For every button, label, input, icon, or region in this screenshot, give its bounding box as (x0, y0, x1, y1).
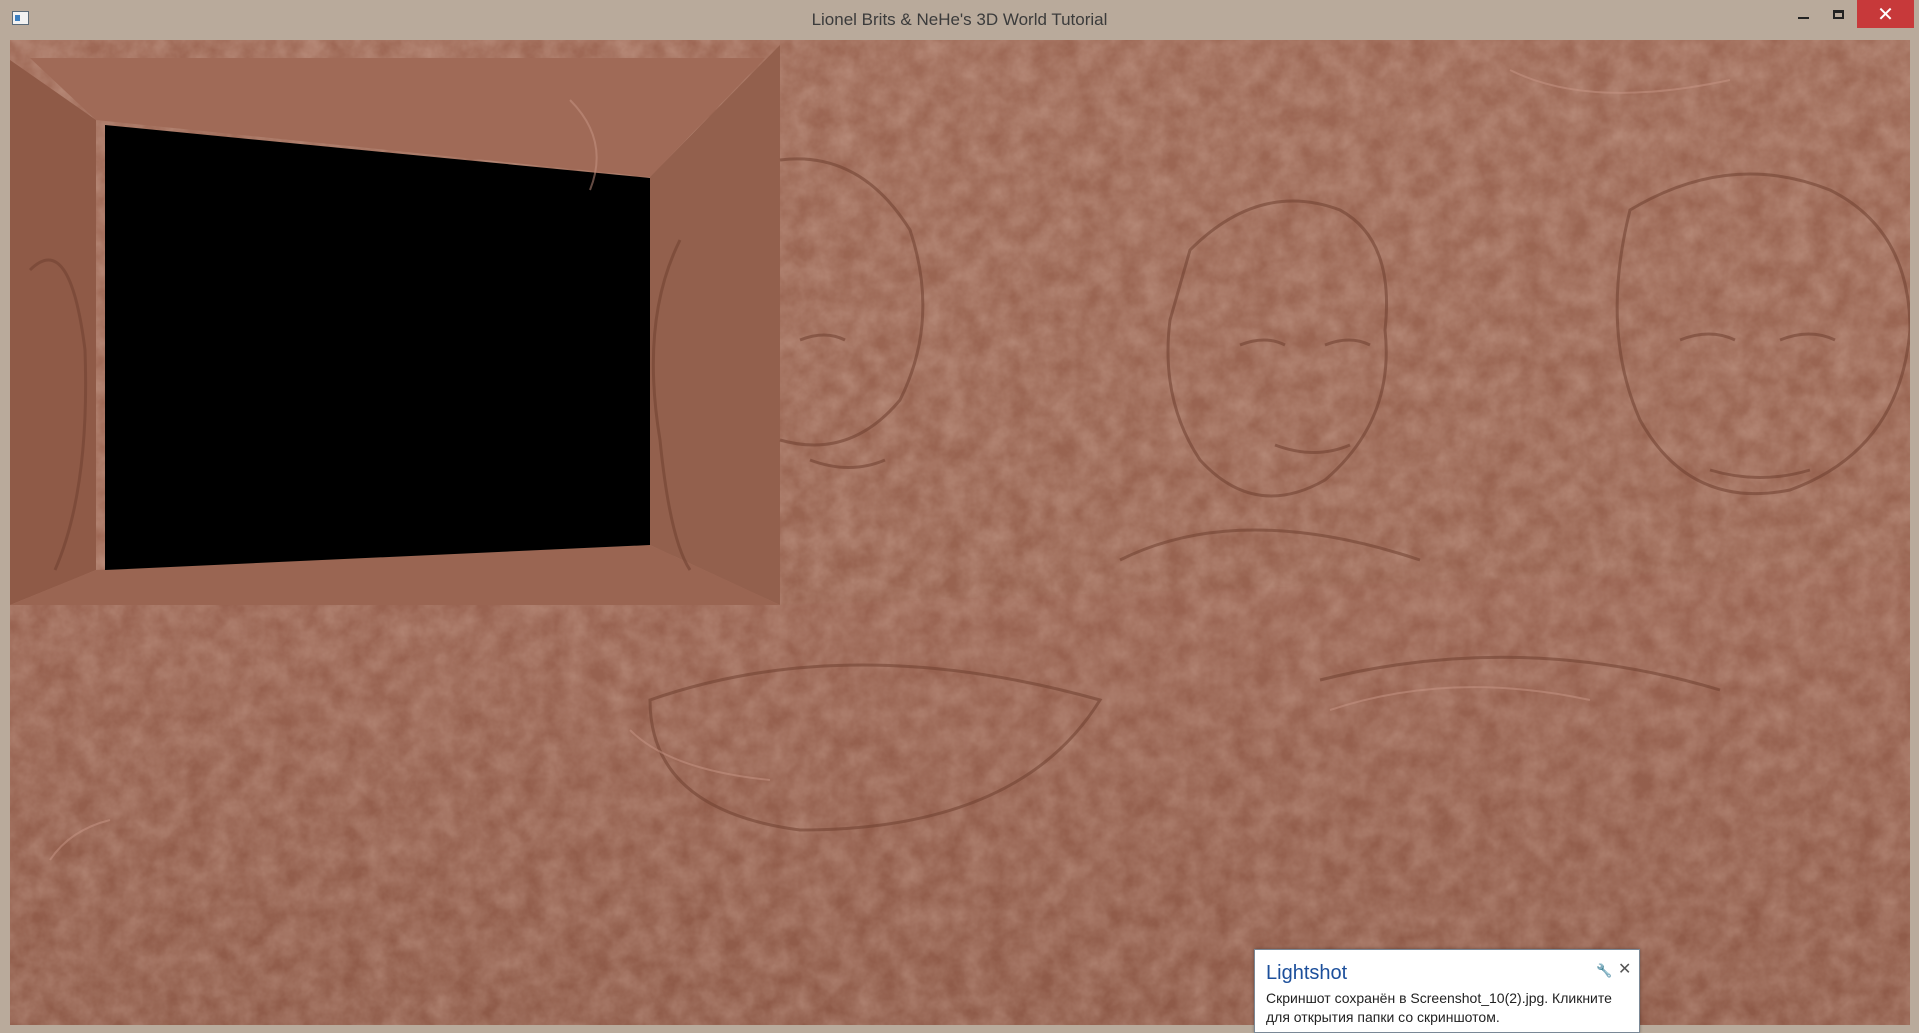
3d-scene (10, 40, 1910, 1025)
lightshot-notification[interactable]: Lightshot 🔧 ✕ Скриншот сохранён в Screen… (1254, 949, 1640, 1033)
opengl-viewport[interactable] (10, 40, 1910, 1025)
maximize-icon (1832, 9, 1844, 19)
window-title: Lionel Brits & NeHe's 3D World Tutorial (811, 10, 1108, 29)
wrench-icon[interactable]: 🔧 (1596, 963, 1612, 979)
minimize-icon (1797, 17, 1809, 19)
maximize-button[interactable] (1822, 0, 1854, 28)
dark-opening (105, 125, 650, 570)
app-window: Lionel Brits & NeHe's 3D World Tutorial … (0, 0, 1919, 1033)
title-bar[interactable]: Lionel Brits & NeHe's 3D World Tutorial … (0, 0, 1919, 40)
notification-message[interactable]: Скриншот сохранён в Screenshot_10(2).jpg… (1266, 989, 1634, 1027)
close-icon: ✕ (1877, 3, 1894, 26)
notification-title: Lightshot (1266, 962, 1348, 984)
close-button[interactable]: ✕ (1857, 0, 1914, 28)
minimize-button[interactable] (1788, 0, 1818, 28)
close-icon[interactable]: ✕ (1618, 959, 1631, 979)
